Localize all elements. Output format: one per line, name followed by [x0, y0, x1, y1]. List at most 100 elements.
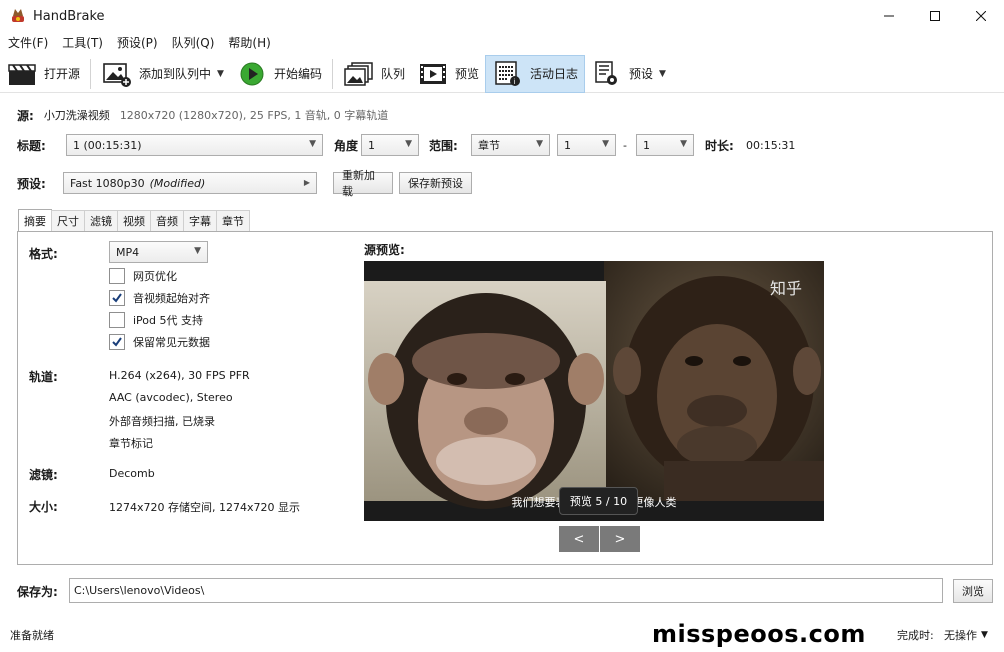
menu-help[interactable]: 帮助(H) [224, 32, 274, 54]
tab-summary[interactable]: 摘要 [18, 209, 52, 231]
film-preview-icon [417, 59, 449, 89]
chevron-down-icon[interactable]: ▼ [659, 69, 666, 79]
status-bar: 准备就绪 misspeoos.com 完成时: 无操作 ▼ [0, 618, 1004, 652]
range-end-select[interactable]: 1 ▼ [636, 134, 694, 156]
track-audio: AAC (avcodec), Stereo [109, 391, 233, 404]
reload-preset-button[interactable]: 重新加载 [333, 169, 393, 198]
preview-button[interactable]: 预览 [411, 55, 485, 93]
duration-label: 时长: [705, 138, 734, 153]
keep-metadata-checkbox[interactable]: 保留常见元数据 [109, 334, 210, 350]
menu-tools[interactable]: 工具(T) [58, 32, 107, 54]
tab-filters[interactable]: 滤镜 [84, 210, 118, 231]
toolbar-separator [90, 58, 92, 89]
checkbox-box [109, 312, 125, 328]
maximize-button[interactable] [912, 0, 958, 32]
size-value: 1274x720 存储空间, 1274x720 显示 [109, 501, 300, 514]
chevron-down-icon: ▼ [602, 139, 609, 149]
tracks-label: 轨道: [29, 370, 58, 384]
menu-queue[interactable]: 队列(Q) [168, 32, 219, 54]
preview-prev-button[interactable]: < [559, 526, 599, 552]
queue-label: 队列 [380, 67, 405, 81]
when-done-value: 无操作 [944, 629, 977, 642]
filters-label: 滤镜: [29, 468, 58, 482]
chevron-down-icon: ▼ [536, 139, 543, 149]
close-button[interactable] [958, 0, 1004, 32]
preset-select[interactable]: Fast 1080p30 (Modified) ▶ [63, 172, 317, 194]
preset-row: 预设: Fast 1080p30 (Modified) ▶ 重新加载 保存新预设 [0, 169, 1004, 198]
keep-metadata-label: 保留常见元数据 [133, 336, 210, 349]
chevron-down-icon: ▼ [309, 139, 316, 149]
clapperboard-icon [6, 59, 38, 89]
preset-label: 预设: [17, 176, 46, 191]
checkmark-icon [109, 290, 125, 306]
minimize-button[interactable] [866, 0, 912, 32]
toolbar: 打开源 添加到队列中 ▼ 开始编码 队列 预览 i 活动日志 预设 ▼ [0, 54, 1004, 93]
source-preview-label: 源预览: [364, 243, 405, 257]
activity-log-label: 活动日志 [530, 67, 579, 81]
ipod-support-label: iPod 5代 支持 [133, 314, 204, 327]
tab-dimensions[interactable]: 尺寸 [51, 210, 85, 231]
minimize-icon [884, 15, 894, 17]
tab-subtitles[interactable]: 字幕 [183, 210, 217, 231]
duration-value: 00:15:31 [746, 138, 796, 152]
source-details: 1280x720 (1280x720), 25 FPS, 1 音轨, 0 字幕轨… [119, 109, 389, 122]
chevron-down-icon: ▼ [680, 139, 687, 149]
add-image-icon [101, 59, 133, 89]
tab-video[interactable]: 视频 [117, 210, 151, 231]
tab-chapters[interactable]: 章节 [216, 210, 250, 231]
align-av-label: 音视频起始对齐 [133, 292, 210, 305]
format-value: MP4 [116, 245, 140, 259]
title-row: 标题: 1 (00:15:31) ▼ 角度 1 ▼ 范围: 章节 ▼ 1 ▼ -… [0, 133, 1004, 157]
format-label: 格式: [29, 247, 58, 261]
track-chapters: 章节标记 [109, 437, 153, 450]
web-optimize-checkbox[interactable]: 网页优化 [109, 268, 177, 284]
track-subtitle: 外部音频扫描, 已烧录 [109, 415, 215, 428]
title-select[interactable]: 1 (00:15:31) ▼ [66, 134, 323, 156]
chevron-down-icon[interactable]: ▼ [217, 69, 224, 79]
range-mode-select[interactable]: 章节 ▼ [471, 134, 550, 156]
window-title: HandBrake [33, 8, 105, 24]
size-label: 大小: [29, 500, 58, 514]
queue-button[interactable]: 队列 [337, 55, 411, 93]
save-as-label: 保存为: [17, 584, 58, 599]
checkbox-box [109, 268, 125, 284]
align-av-checkbox[interactable]: 音视频起始对齐 [109, 290, 210, 306]
toolbar-separator [331, 58, 333, 89]
source-row: 源: 小刀洗澡视频 1280x720 (1280x720), 25 FPS, 1… [0, 105, 1004, 125]
start-encode-label: 开始编码 [273, 67, 322, 81]
track-video: H.264 (x264), 30 FPS PFR [109, 369, 250, 382]
activity-log-button[interactable]: i 活动日志 [485, 54, 586, 93]
preset-name: Fast 1080p30 [70, 176, 145, 190]
angle-select[interactable]: 1 ▼ [361, 134, 419, 156]
source-preview-image: 知乎 我们想要表现出它们比例更像人类 预览 5 / 10 [364, 261, 824, 521]
ipod-support-checkbox[interactable]: iPod 5代 支持 [109, 312, 203, 328]
chevron-down-icon: ▼ [194, 246, 201, 256]
presets-button[interactable]: 预设 ▼ [585, 55, 672, 93]
start-encode-button[interactable]: 开始编码 [230, 55, 328, 93]
range-mode-value: 章节 [478, 139, 500, 152]
menu-file[interactable]: 文件(F) [4, 32, 52, 54]
chevron-down-icon: ▼ [981, 630, 988, 640]
chimpanzee-preview-picture [364, 261, 824, 521]
open-source-button[interactable]: 打开源 [0, 55, 86, 93]
site-watermark: misspeoos.com [652, 620, 866, 648]
save-new-preset-button[interactable]: 保存新预设 [399, 172, 472, 194]
format-select[interactable]: MP4 ▼ [109, 241, 208, 263]
add-to-queue-button[interactable]: 添加到队列中 ▼ [95, 55, 230, 93]
settings-tabs: 摘要 尺寸 滤镜 视频 音频 字幕 章节 [18, 209, 250, 231]
browse-button[interactable]: 浏览 [953, 579, 993, 603]
preview-next-button[interactable]: > [600, 526, 640, 552]
tab-audio[interactable]: 音频 [150, 210, 184, 231]
close-icon [976, 11, 986, 21]
checkmark-icon [109, 334, 125, 350]
status-ready: 准备就绪 [10, 629, 54, 642]
maximize-icon [930, 11, 940, 21]
source-label: 源: [17, 108, 34, 123]
chevron-right-icon: ▶ [303, 178, 310, 187]
source-name: 小刀洗澡视频 [43, 109, 110, 122]
menu-presets[interactable]: 预设(P) [113, 32, 162, 54]
when-done-select[interactable]: 无操作 ▼ [944, 627, 988, 643]
save-path-input[interactable]: C:\Users\lenovo\Videos\ [69, 578, 943, 603]
preview-counter: 预览 5 / 10 [559, 487, 638, 515]
range-start-select[interactable]: 1 ▼ [557, 134, 616, 156]
